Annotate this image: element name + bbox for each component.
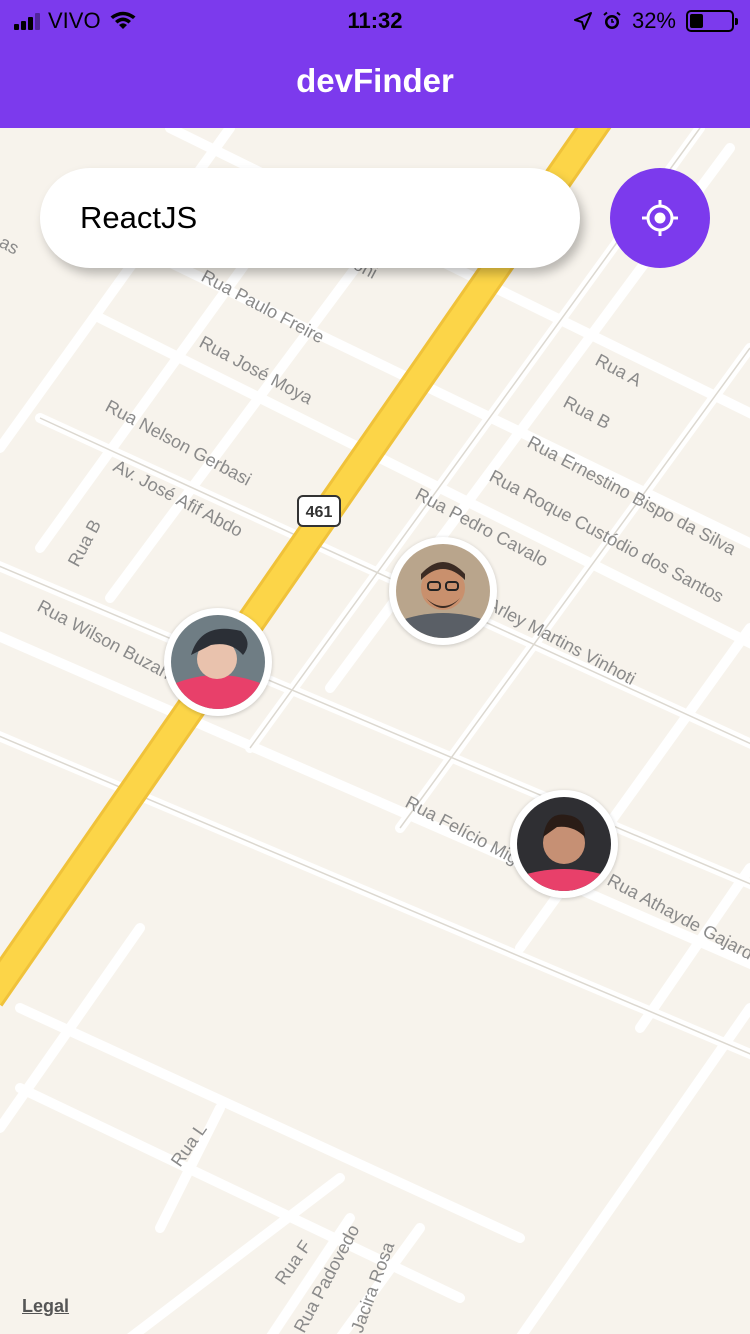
dev-marker-1[interactable]: [164, 608, 272, 716]
tech-search-input[interactable]: [80, 168, 550, 268]
map-canvas[interactable]: 461 Rua Paulo Freire Rua José Moya Rua N…: [0, 128, 750, 1334]
street-label: Rua B: [560, 392, 614, 433]
location-arrow-icon: [573, 12, 592, 30]
legal-link[interactable]: Legal: [22, 1296, 69, 1317]
street-label: as: [0, 232, 22, 259]
map-view[interactable]: 461 Rua Paulo Freire Rua José Moya Rua N…: [0, 128, 750, 1334]
app-header: VIVO 11:32 32% devFinder: [0, 0, 750, 128]
avatar: [517, 797, 611, 891]
crosshair-icon: [642, 200, 678, 236]
battery-icon: [686, 10, 738, 32]
status-bar: VIVO 11:32 32%: [0, 0, 750, 40]
battery-percent: 32%: [631, 8, 676, 33]
avatar: [171, 615, 265, 709]
alarm-icon: [603, 11, 621, 29]
dev-marker-2[interactable]: [389, 537, 497, 645]
search-bar[interactable]: [40, 168, 580, 268]
dev-marker-3[interactable]: [510, 790, 618, 898]
locate-button[interactable]: [610, 168, 710, 268]
page-title: devFinder: [296, 62, 454, 99]
highway-shield: 461: [297, 495, 341, 527]
highway-number: 461: [306, 504, 333, 521]
avatar: [396, 544, 490, 638]
street-label: Rua B: [64, 516, 105, 570]
